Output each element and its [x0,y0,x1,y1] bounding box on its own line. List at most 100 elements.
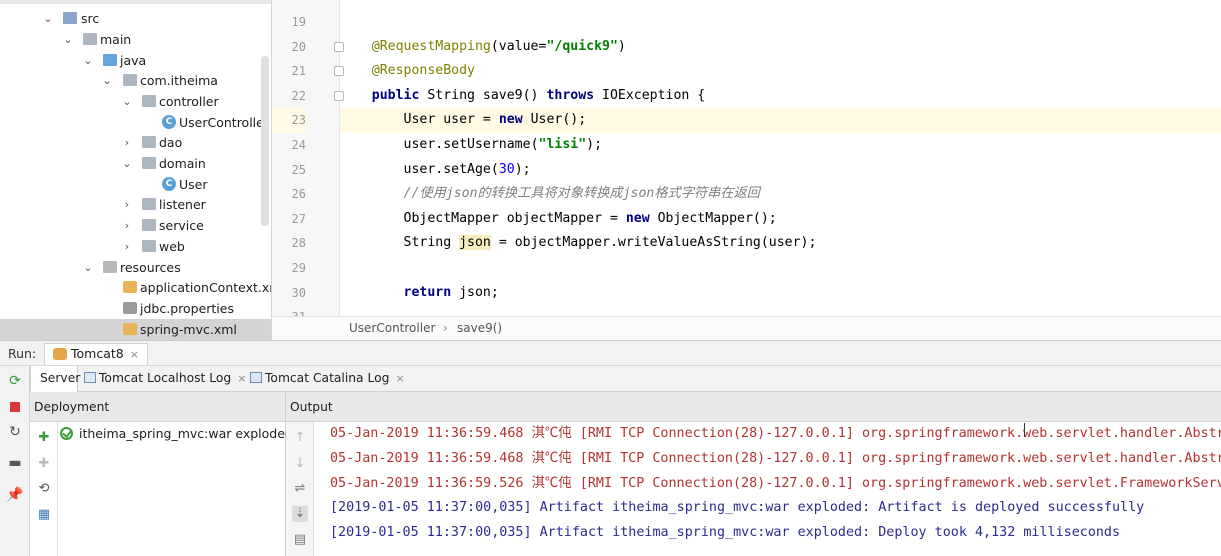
tree-item-label: dao [159,135,183,150]
scroll-to-end-icon[interactable]: ⇣ [292,506,308,522]
rerun-icon[interactable]: ⟳ [6,372,24,390]
code-line[interactable]: //使用json的转换工具将对象转换成json格式字符串在返回 [340,182,1221,207]
properties-file-icon [123,302,137,314]
breadcrumb-item[interactable]: save9() [457,317,502,340]
stop-button[interactable] [6,398,24,416]
tree-item-user[interactable]: C User [0,174,271,195]
package-icon [123,74,137,86]
tree-item-listener[interactable]: › listener [0,194,271,215]
output-toolbar: ↑ ↓ ⇌ ⇣ ▤ [286,422,314,556]
line-number: 29 [291,261,306,275]
chevron-down-icon[interactable]: ⌄ [121,91,133,112]
code-line[interactable]: @RequestMapping(value="/quick9") [340,35,1221,60]
tree-item-label: controller [159,94,219,109]
class-icon: C [162,115,176,129]
arrow-up-icon[interactable]: ↑ [292,430,308,446]
output-line[interactable]: 05-Jan-2019 11:36:59.526 淇℃伅 [RMI TCP Co… [330,472,1221,497]
tomcat-icon [53,348,67,360]
chevron-down-icon[interactable]: ⌄ [121,153,133,174]
stop-icon [10,402,20,412]
tree-item-applicationcontext-xml[interactable]: applicationContext.xml [0,277,272,298]
close-icon[interactable]: × [395,372,404,385]
update-icon[interactable]: ⟲ [36,481,52,497]
chevron-down-icon[interactable]: ⌄ [82,50,94,71]
tree-item-label: applicationContext.xml [140,280,272,295]
code-token: ObjectMapper(); [649,210,777,226]
run-tool-window-header: Run: Tomcat8 × [0,340,1221,366]
tree-item-resources[interactable]: ⌄ resources [0,257,271,278]
code-line[interactable]: user.setUsername("lisi"); [340,133,1221,158]
code-line-current[interactable]: User user = new User(); [340,108,1221,133]
resources-folder-icon [103,261,117,273]
code-token: new [625,210,650,226]
tree-item-domain[interactable]: ⌄ domain [0,153,271,174]
close-icon[interactable]: × [237,372,246,385]
tree-item-com-itheima[interactable]: ⌄ com.itheima [0,70,271,91]
tree-item-jdbc-properties[interactable]: jdbc.properties [0,298,271,319]
line-number: 26 [291,187,306,202]
tree-item-spring-mvc-xml[interactable]: spring-mvc.xml [0,319,271,340]
arrow-down-icon[interactable]: ↓ [292,456,308,472]
tree-scrollbar[interactable] [261,56,269,226]
code-token: User(); [522,112,587,128]
tree-item-src[interactable]: ⌄ src [0,8,271,29]
tree-item-controller[interactable]: ⌄ controller [0,91,271,112]
code-line[interactable]: String json = objectMapper.writeValueAsS… [340,231,1221,256]
log-icon [84,372,96,383]
code-token: json; [451,284,499,300]
layout-icon[interactable]: ▬ [6,454,24,472]
tree-item-main[interactable]: ⌄ main [0,29,271,50]
chevron-right-icon[interactable]: › [121,132,133,153]
refresh-icon[interactable]: ↻ [6,423,24,441]
tree-item-label: listener [159,197,206,212]
artifact-icon[interactable]: ▦ [36,507,52,523]
tree-item-java[interactable]: ⌄ java [0,50,271,71]
code-line[interactable]: return json; [340,281,1221,306]
tree-item-dao[interactable]: › dao [0,132,271,153]
deploy-icon[interactable]: ✚ [36,430,52,446]
code-line[interactable]: public String save9() throws IOException… [340,84,1221,109]
chevron-down-icon[interactable]: ⌄ [101,70,113,91]
deployment-item[interactable]: itheima_spring_mvc:war exploded [60,424,293,444]
tab-tomcat-catalina-log[interactable]: Tomcat Catalina Log × [248,366,405,392]
ide-window: ⌄ src ⌄ main ⌄ java ⌄ com.itheima ⌄ cont… [0,0,1221,556]
tree-item-label: jdbc.properties [140,301,234,316]
code-token: throws [546,87,595,103]
tree-item-usercontroller[interactable]: C UserController [0,112,271,133]
output-line[interactable]: [2019-01-05 11:37:00,035] Artifact ithei… [330,496,1221,521]
chevron-right-icon[interactable]: › [121,215,133,236]
chevron-down-icon[interactable]: ⌄ [62,29,74,50]
tab-tomcat-localhost-log[interactable]: Tomcat Localhost Log × [84,366,246,392]
package-icon [142,198,156,210]
tree-item-web[interactable]: › web [0,236,271,257]
code-line[interactable]: ObjectMapper objectMapper = new ObjectMa… [340,207,1221,232]
output-line[interactable]: [2019-01-05 11:37:00,035] Artifact ithei… [330,521,1221,546]
chevron-down-icon[interactable]: ⌄ [42,8,54,29]
deployment-toolbar: ✚ ✚ ⟲ ▦ [30,422,58,556]
undeploy-icon[interactable]: ✚ [36,456,52,472]
code-token: ); [514,161,531,177]
pin-icon[interactable]: 📌 [6,486,24,504]
code-line[interactable]: user.setAge(30); [340,158,1221,183]
code-token: return [403,284,452,300]
code-line[interactable]: @ResponseBody [340,59,1221,84]
line-number: 22 [291,88,306,103]
tree-item-label: main [100,32,132,47]
package-icon [142,157,156,169]
chevron-right-icon[interactable]: › [121,236,133,257]
breadcrumb-item[interactable]: UserController [349,317,435,340]
chevron-down-icon[interactable]: ⌄ [82,257,94,278]
code-token: String [403,235,460,251]
tree-item-service[interactable]: › service [0,215,271,236]
deployment-pane: Deployment [30,392,286,556]
tree-item-label: UserController [179,115,269,130]
chevron-right-icon[interactable]: › [121,194,133,215]
output-line[interactable]: 05-Jan-2019 11:36:59.468 淇℃伅 [RMI TCP Co… [330,447,1221,472]
close-icon[interactable]: × [130,348,139,361]
print-icon[interactable]: ▤ [292,532,308,548]
run-config-tab[interactable]: Tomcat8 × [44,343,148,365]
tab-server[interactable]: Server [30,366,80,392]
output-line[interactable]: 05-Jan-2019 11:36:59.468 淇℃伅 [RMI TCP Co… [330,422,1221,447]
project-tree: ⌄ src ⌄ main ⌄ java ⌄ com.itheima ⌄ cont… [0,0,272,340]
soft-wrap-icon[interactable]: ⇌ [292,481,308,497]
